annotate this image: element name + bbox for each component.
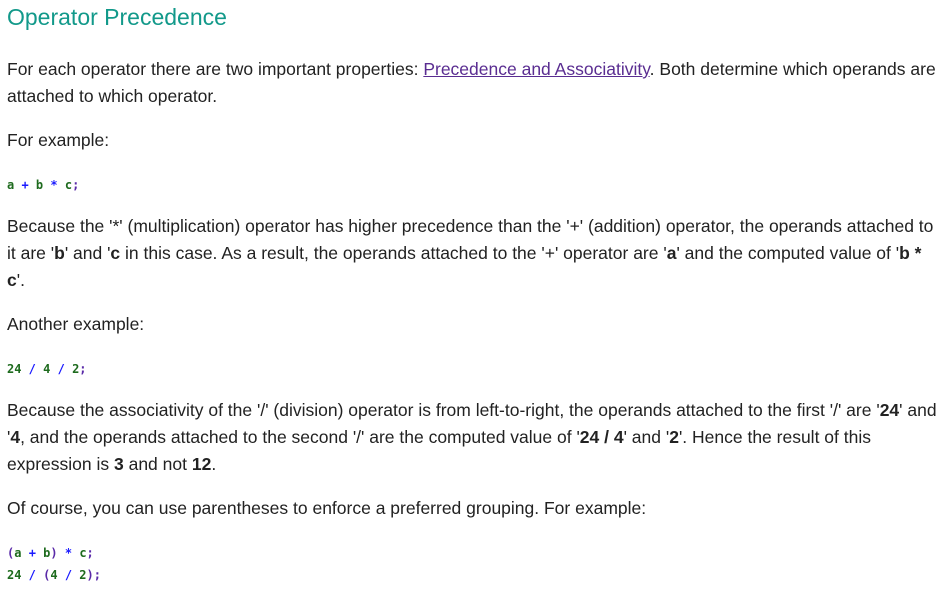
code-line: (a + b) * c; <box>7 542 943 564</box>
bold-text: a <box>666 243 677 263</box>
code-token: 24 <box>7 362 22 376</box>
code-token: ; <box>93 568 101 582</box>
code-token: ; <box>86 546 94 560</box>
code-token: ; <box>72 178 80 192</box>
bold-text: b <box>54 243 65 263</box>
text: ' and ' <box>623 427 670 447</box>
paragraph: For example: <box>7 127 943 154</box>
text: , and the operands attached to the secon… <box>20 427 580 447</box>
code-line: 24 / 4 / 2; <box>7 358 943 380</box>
text: . <box>211 454 217 474</box>
text: For example: <box>7 130 110 150</box>
precedence-link[interactable]: Precedence and Associativity <box>423 59 649 79</box>
code-line: 24 / (4 / 2); <box>7 564 943 586</box>
bold-text: 12 <box>191 454 212 474</box>
code-token: / <box>57 568 80 582</box>
text: Another example: <box>7 314 145 334</box>
paragraph: Another example: <box>7 311 943 338</box>
paragraph: Of course, you can use parentheses to en… <box>7 495 943 522</box>
code-token: ) <box>86 568 94 582</box>
article: Operator Precedence For each operator th… <box>0 3 950 586</box>
code-token: ) <box>50 546 58 560</box>
bold-text: 24 <box>879 400 900 420</box>
bold-text: 2 <box>669 427 679 447</box>
text: Of course, you can use parentheses to en… <box>7 498 647 518</box>
text: ' and ' <box>64 243 111 263</box>
text: and not <box>123 454 192 474</box>
text: in this case. As a result, the operands … <box>120 243 667 263</box>
page-title: Operator Precedence <box>7 4 227 30</box>
code-token: * <box>57 546 80 560</box>
article-body: For each operator there are two importan… <box>7 56 943 586</box>
code-token: * <box>43 178 65 192</box>
text: ' and the computed value of ' <box>676 243 900 263</box>
code-token: 2 <box>79 568 87 582</box>
bold-text: 24 / 4 <box>579 427 624 447</box>
code-token: / <box>21 362 44 376</box>
text: '. <box>16 270 25 290</box>
bold-text: 3 <box>114 454 124 474</box>
code-token: ; <box>79 362 87 376</box>
code-block: (a + b) * c; 24 / (4 / 2); <box>7 542 943 586</box>
paragraph: Because the '*' (multiplication) operato… <box>7 213 943 294</box>
code-token: + <box>14 178 36 192</box>
bold-text: c <box>110 243 121 263</box>
bold-text: 4 <box>10 427 21 447</box>
code-line: a + b * c; <box>7 174 943 196</box>
text: For each operator there are two importan… <box>7 59 424 79</box>
code-token: 24 <box>7 568 22 582</box>
code-token: c <box>64 178 73 192</box>
code-token: / <box>21 568 44 582</box>
code-token: 4 <box>50 568 58 582</box>
paragraph: Because the associativity of the '/' (di… <box>7 397 943 478</box>
code-block: 24 / 4 / 2; <box>7 358 943 380</box>
code-token: c <box>79 546 87 560</box>
code-token: + <box>21 546 44 560</box>
text: Because the associativity of the '/' (di… <box>7 400 880 420</box>
code-token: / <box>50 362 73 376</box>
paragraph: For each operator there are two importan… <box>7 56 943 110</box>
code-block: a + b * c; <box>7 174 943 196</box>
